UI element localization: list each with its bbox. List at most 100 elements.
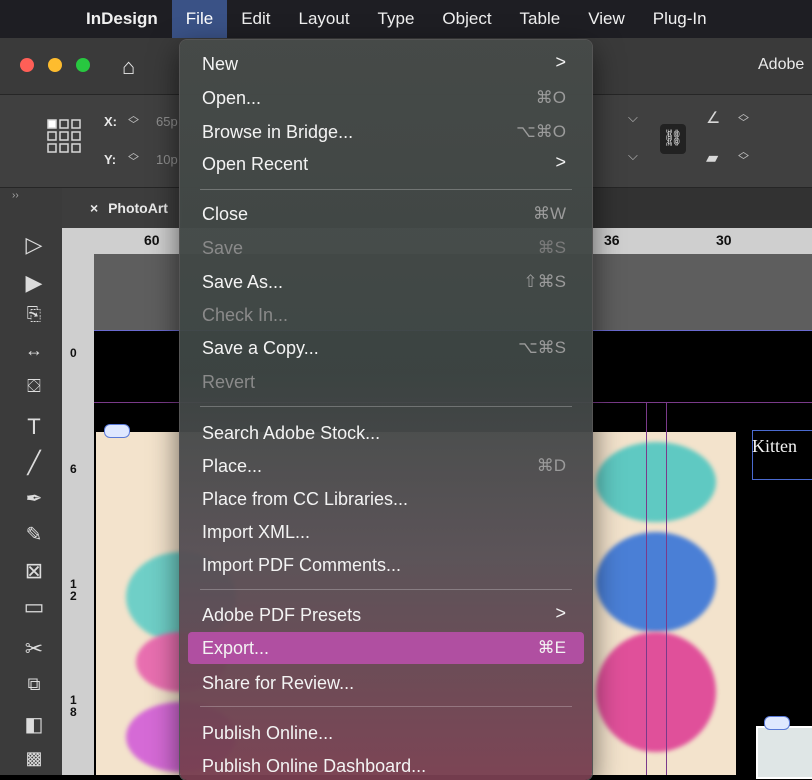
shortcut: ⌘O	[535, 88, 566, 107]
pencil-tool-icon[interactable]: ✎	[18, 522, 50, 547]
gradient-swatch-tool-icon[interactable]: ◧	[18, 712, 50, 737]
link-icon[interactable]	[104, 424, 130, 438]
document-name: PhotoArt	[108, 200, 168, 216]
shortcut: ⌥⌘O	[516, 122, 566, 141]
ruler-number: 1 2	[70, 577, 77, 603]
ruler-number: 6	[70, 462, 77, 476]
menu-item-place[interactable]: Place... ⌘D	[188, 450, 584, 482]
menu-file[interactable]: File	[171, 0, 228, 38]
zoom-window-button[interactable]	[76, 58, 90, 72]
column-guide	[646, 402, 647, 775]
menu-item-save-as[interactable]: Save As... ⇧⌘S	[188, 266, 584, 298]
rotation-stepper[interactable]: ︿ ﹀	[738, 109, 749, 129]
chevron-down-icon[interactable]: ⌵	[628, 148, 638, 164]
y-stepper[interactable]: ︿ ﹀	[128, 148, 139, 168]
menu-separator	[200, 589, 572, 590]
menu-item-open-recent[interactable]: Open Recent >	[188, 148, 584, 180]
artwork-shape	[596, 632, 716, 752]
reference-point-icon[interactable]	[46, 118, 86, 158]
content-collector-icon[interactable]: ⛋	[18, 376, 50, 397]
artwork-shape	[596, 442, 716, 522]
gradient-feather-tool-icon[interactable]: ▩	[18, 748, 50, 769]
menu-layout[interactable]: Layout	[285, 0, 364, 38]
shear-stepper[interactable]: ︿ ﹀	[738, 147, 749, 167]
tools-panel: ›› ▷ ▶ ⎘ ↔ ⛋ T ╱ ✒ ✎ ⊠ ▭ ✂ ⧉ ◧ ▩	[0, 188, 63, 775]
menu-edit[interactable]: Edit	[227, 0, 284, 38]
menu-type[interactable]: Type	[364, 0, 429, 38]
type-tool-icon[interactable]: T	[18, 414, 50, 440]
menu-item-adobe-pdf-presets[interactable]: Adobe PDF Presets >	[188, 599, 584, 631]
close-window-button[interactable]	[20, 58, 34, 72]
menu-item-save: Save ⌘S	[202, 238, 566, 258]
menu-indesign[interactable]: InDesign	[72, 0, 172, 38]
text-frame-content: Kitten	[752, 436, 797, 456]
ruler-number: 60	[144, 232, 160, 248]
app-title: Adobe	[758, 56, 805, 73]
shortcut: ⌘D	[536, 456, 566, 475]
selection-tool-icon[interactable]: ▷	[18, 232, 50, 258]
chevron-right-icon: >	[555, 152, 566, 172]
scissors-tool-icon[interactable]: ✂	[18, 636, 50, 662]
page-tool-icon[interactable]: ⎘	[18, 304, 50, 325]
menu-plugins[interactable]: Plug-In	[639, 0, 721, 38]
menu-item-browse-in-bridge[interactable]: Browse in Bridge... ⌥⌘O	[188, 116, 584, 148]
x-field[interactable]: 65p	[156, 114, 178, 129]
menu-table[interactable]: Table	[506, 0, 575, 38]
menu-item-place-from-cc-libraries[interactable]: Place from CC Libraries...	[188, 483, 584, 515]
expand-panel-icon[interactable]: ››	[12, 190, 19, 201]
shortcut: ⌘E	[537, 638, 566, 657]
apple-icon[interactable]	[0, 0, 72, 38]
menu-item-search-adobe-stock[interactable]: Search Adobe Stock...	[188, 417, 584, 449]
constrain-proportions-icon[interactable]: ⛓	[660, 124, 686, 154]
menu-item-revert: Revert	[202, 372, 256, 392]
shortcut: ⌘S	[537, 238, 566, 257]
shortcut: ⌥⌘S	[518, 338, 566, 357]
column-guide	[666, 402, 667, 775]
chevron-right-icon: >	[555, 603, 566, 623]
menu-separator	[200, 406, 572, 407]
chevron-right-icon: >	[555, 52, 566, 72]
shear-angle-icon: ▰	[706, 150, 719, 167]
menu-view[interactable]: View	[574, 0, 639, 38]
menu-item-open[interactable]: Open... ⌘O	[188, 82, 584, 114]
x-label: X:	[104, 114, 117, 129]
placed-image-thumbnail[interactable]	[756, 726, 812, 779]
minimize-window-button[interactable]	[48, 58, 62, 72]
file-menu-dropdown: New > Open... ⌘O Browse in Bridge... ⌥⌘O Op…	[180, 40, 592, 780]
artwork-shape	[596, 532, 716, 632]
menu-item-import-pdf-comments[interactable]: Import PDF Comments...	[188, 549, 584, 581]
chevron-down-icon[interactable]: ⌵	[628, 110, 638, 126]
menu-item-export[interactable]: Export... ⌘E	[188, 632, 584, 664]
menu-item-share-for-review[interactable]: Share for Review...	[188, 667, 584, 699]
link-icon[interactable]	[764, 716, 790, 730]
tab-photoart[interactable]: × PhotoArt	[62, 188, 182, 228]
menu-separator	[200, 706, 572, 707]
menu-separator	[200, 189, 572, 190]
rectangle-tool-icon[interactable]: ▭	[18, 594, 50, 620]
pen-tool-icon[interactable]: ✒	[18, 486, 50, 511]
ruler-number: 1 8	[70, 693, 77, 719]
y-field[interactable]: 10p	[156, 152, 178, 167]
vertical-ruler	[62, 254, 94, 775]
x-stepper[interactable]: ︿ ﹀	[128, 111, 139, 131]
ruler-number: 30	[716, 232, 732, 248]
close-tab-icon[interactable]: ×	[90, 200, 98, 216]
shortcut: ⇧⌘S	[523, 272, 566, 291]
gap-tool-icon[interactable]: ↔	[18, 340, 50, 361]
menu-item-publish-online[interactable]: Publish Online...	[188, 717, 584, 749]
y-label: Y:	[104, 152, 117, 167]
free-transform-tool-icon[interactable]: ⧉	[18, 674, 50, 695]
ruler-number: 0	[70, 346, 77, 360]
menu-item-close[interactable]: Close ⌘W	[188, 198, 584, 230]
home-icon[interactable]: ⌂	[122, 54, 135, 80]
direct-selection-tool-icon[interactable]: ▶	[18, 270, 50, 296]
menu-object[interactable]: Object	[428, 0, 505, 38]
menu-item-new[interactable]: New >	[188, 48, 584, 80]
line-tool-icon[interactable]: ╱	[18, 450, 50, 476]
rectangle-frame-tool-icon[interactable]: ⊠	[18, 558, 50, 584]
menu-item-save-a-copy[interactable]: Save a Copy... ⌥⌘S	[188, 332, 584, 364]
menu-item-publish-online-dashboard[interactable]: Publish Online Dashboard...	[188, 750, 584, 780]
menu-item-check-in: Check In...	[202, 305, 289, 325]
ruler-number: 36	[604, 232, 620, 248]
menu-item-import-xml[interactable]: Import XML...	[188, 516, 584, 548]
